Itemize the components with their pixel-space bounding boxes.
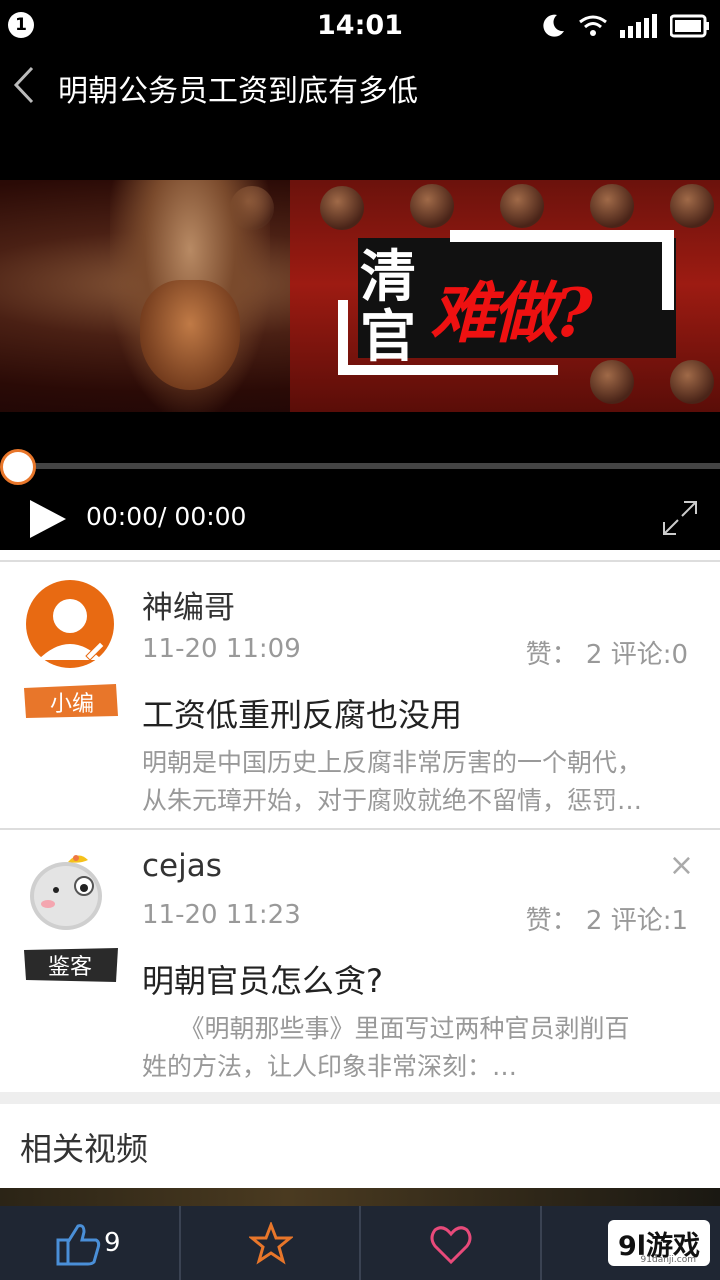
- comment-body-line: 从朱元璋开始，对于腐败就绝不留情，惩罚…: [142, 786, 643, 815]
- comment-stats[interactable]: 赞： 2 评论:0: [526, 634, 688, 671]
- fullscreen-icon[interactable]: [660, 498, 700, 538]
- role-badge-label: 鉴客: [48, 955, 93, 980]
- comment-body-line: 明朝是中国历史上反腐非常厉害的一个朝代，: [142, 748, 643, 777]
- comment-stats[interactable]: 赞： 2 评论:1: [526, 900, 688, 937]
- comment-body: 《明朝那些事》里面写过两种官员剥削百 姓的方法，让人印象非常深刻：…: [142, 1010, 702, 1086]
- moon-icon: [543, 14, 564, 37]
- star-icon: [248, 1222, 293, 1265]
- comment-body-line: 姓的方法，让人印象非常深刻：…: [142, 1052, 518, 1081]
- role-badge-label: 小编: [50, 692, 95, 717]
- heart-button[interactable]: [361, 1206, 542, 1280]
- status-bar: 1 14:01: [0, 0, 720, 52]
- avatar[interactable]: [22, 580, 120, 668]
- video-headline: 清 官 难做?: [338, 230, 676, 380]
- back-button[interactable]: [10, 64, 40, 106]
- comment-item[interactable]: 鉴客 cejas × 11-20 11:23 赞： 2 评论:1 明朝官员怎么贪…: [0, 830, 720, 1092]
- comment-body: 明朝是中国历史上反腐非常厉害的一个朝代， 从朱元璋开始，对于腐败就绝不留情，惩罚…: [142, 744, 702, 820]
- signal-icon: [620, 14, 657, 38]
- video-player[interactable]: 清 官 难做? 00:00/ 00:00: [0, 118, 720, 550]
- play-icon[interactable]: [28, 498, 68, 540]
- comment-time: 11-20 11:23: [142, 900, 301, 930]
- close-icon[interactable]: ×: [669, 848, 694, 883]
- avatar[interactable]: [22, 846, 120, 934]
- headline-red-text: 难做?: [430, 274, 593, 352]
- thumbs-up-icon: [56, 1224, 101, 1266]
- figure-beard: [140, 280, 240, 390]
- username[interactable]: cejas: [142, 848, 222, 884]
- time-display: 00:00/ 00:00: [86, 502, 247, 531]
- related-video-thumbnail[interactable]: [0, 1188, 720, 1208]
- like-button[interactable]: 9: [0, 1206, 181, 1280]
- comment-item[interactable]: 小编 神编哥 11-20 11:09 赞： 2 评论:0 工资低重刑反腐也没用 …: [0, 562, 720, 826]
- wifi-icon: [579, 15, 607, 36]
- comment-heading: 明朝官员怎么贪?: [142, 962, 383, 1000]
- heart-icon: [430, 1226, 472, 1265]
- favorite-button[interactable]: [181, 1206, 361, 1280]
- battery-icon: [670, 14, 709, 38]
- video-frame[interactable]: 清 官 难做?: [0, 180, 720, 412]
- comment-heading: 工资低重刑反腐也没用: [142, 696, 463, 734]
- status-icons: [540, 10, 710, 42]
- title-bar: 明朝公务员工资到底有多低: [0, 52, 720, 118]
- related-videos-heading: 相关视频: [20, 1130, 149, 1168]
- watermark-url: 91danji.com: [640, 1255, 696, 1265]
- site-watermark: 9l游戏 91danji.com: [607, 1220, 710, 1266]
- progress-knob[interactable]: [0, 449, 36, 485]
- progress-track[interactable]: [18, 463, 720, 469]
- comment-time: 11-20 11:09: [142, 634, 301, 664]
- comment-body-line: 《明朝那些事》里面写过两种官员剥削百: [142, 1014, 630, 1043]
- headline-char-2: 官: [360, 304, 416, 370]
- page-title: 明朝公务员工资到底有多低: [58, 74, 418, 109]
- like-count: 9: [104, 1228, 121, 1258]
- share-button[interactable]: 9l游戏 91danji.com: [542, 1206, 720, 1280]
- role-badge: 鉴客: [22, 944, 120, 986]
- bottom-action-bar: 9 9l游戏 91danji.com: [0, 1206, 720, 1280]
- section-gap: [0, 1092, 720, 1104]
- role-badge: 小编: [22, 680, 120, 722]
- username[interactable]: 神编哥: [142, 582, 235, 627]
